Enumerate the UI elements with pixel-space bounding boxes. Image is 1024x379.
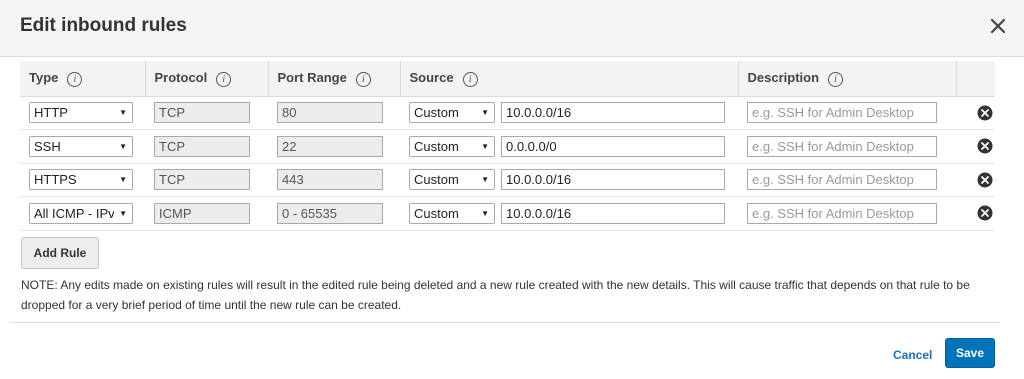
description-input[interactable]: e.g. SSH for Admin Desktop — [747, 202, 937, 224]
cancel-button[interactable]: Cancel — [893, 348, 932, 362]
description-column-header: Description i — [737, 61, 956, 97]
remove-circle-icon[interactable] — [977, 138, 993, 154]
dialog-title: Edit inbound rules — [20, 15, 187, 36]
save-button[interactable]: Save — [945, 338, 995, 368]
dialog-header: Edit inbound rules — [0, 0, 1024, 57]
dropdown-arrow-icon: ▼ — [481, 175, 489, 185]
protocol-field: ICMP — [154, 202, 250, 224]
type-select[interactable]: HTTPS ▼ — [29, 169, 133, 191]
description-input[interactable]: e.g. SSH for Admin Desktop — [747, 169, 937, 191]
footer-divider — [10, 322, 1000, 323]
protocol-field: TCP — [154, 102, 250, 124]
table-row: HTTPS ▼ TCP 443 Custom ▼ 10.0.0.0/16 e.g. S… — [20, 163, 995, 197]
table-header-row: Type i Protocol i Port Range i Source i Desc… — [20, 61, 995, 97]
dropdown-arrow-icon: ▼ — [119, 208, 127, 218]
port-range-field: 443 — [277, 169, 383, 191]
source-column-header: Source i — [399, 61, 738, 97]
edit-warning-note: NOTE: Any edits made on existing rules w… — [21, 278, 970, 312]
type-column-header: Type i — [20, 61, 145, 97]
source-mode-select[interactable]: Custom ▼ — [409, 169, 495, 191]
table-row: All ICMP - IPv ▼ ICMP 0 - 65535 Custom ▼ 10… — [20, 196, 995, 231]
protocol-column-header: Protocol i — [144, 61, 268, 97]
remove-circle-icon[interactable] — [977, 205, 993, 221]
info-icon[interactable]: i — [828, 71, 844, 87]
dropdown-arrow-icon: ▼ — [481, 108, 489, 118]
info-icon[interactable]: i — [355, 71, 371, 87]
source-mode-select[interactable]: Custom ▼ — [409, 135, 495, 157]
protocol-field: TCP — [154, 135, 250, 157]
source-cidr-input[interactable]: 0.0.0.0/0 — [501, 135, 725, 157]
port-range-field: 22 — [277, 135, 383, 157]
port-range-field: 0 - 65535 — [277, 202, 383, 224]
source-cidr-input[interactable]: 10.0.0.0/16 — [501, 202, 725, 224]
type-select[interactable]: SSH ▼ — [29, 135, 133, 157]
type-select[interactable]: All ICMP - IPv ▼ — [29, 202, 133, 224]
info-icon[interactable]: i — [67, 71, 83, 87]
source-cidr-input[interactable]: 10.0.0.0/16 — [501, 169, 725, 191]
add-rule-button[interactable]: Add Rule — [21, 237, 99, 269]
remove-circle-icon[interactable] — [977, 105, 993, 121]
source-mode-select[interactable]: Custom ▼ — [409, 102, 495, 124]
type-select[interactable]: HTTP ▼ — [29, 102, 133, 124]
remove-circle-icon[interactable] — [977, 172, 993, 188]
inbound-rules-table: Type i Protocol i Port Range i Source i Desc… — [20, 61, 995, 231]
table-row: HTTP ▼ TCP 80 Custom ▼ 10.0.0.0/16 e.g. SSH… — [20, 96, 995, 130]
info-icon[interactable]: i — [216, 71, 232, 87]
port-range-field: 80 — [277, 102, 383, 124]
close-icon[interactable] — [988, 16, 1008, 36]
source-mode-select[interactable]: Custom ▼ — [409, 202, 495, 224]
port-range-column-header: Port Range i — [267, 61, 400, 97]
table-row: SSH ▼ TCP 22 Custom ▼ 0.0.0.0/0 e.g. SSH fo… — [20, 129, 995, 164]
description-input[interactable]: e.g. SSH for Admin Desktop — [747, 102, 937, 124]
protocol-field: TCP — [154, 169, 250, 191]
dropdown-arrow-icon: ▼ — [119, 175, 127, 185]
actions-column-header — [955, 61, 995, 97]
edit-inbound-rules-dialog: Edit inbound rules Type i Protocol i Port … — [0, 0, 1024, 379]
dropdown-arrow-icon: ▼ — [481, 141, 489, 151]
dropdown-arrow-icon: ▼ — [481, 208, 489, 218]
info-icon[interactable]: i — [462, 71, 478, 87]
dropdown-arrow-icon: ▼ — [119, 108, 127, 118]
description-input[interactable]: e.g. SSH for Admin Desktop — [747, 135, 937, 157]
dropdown-arrow-icon: ▼ — [119, 141, 127, 151]
source-cidr-input[interactable]: 10.0.0.0/16 — [501, 102, 725, 124]
